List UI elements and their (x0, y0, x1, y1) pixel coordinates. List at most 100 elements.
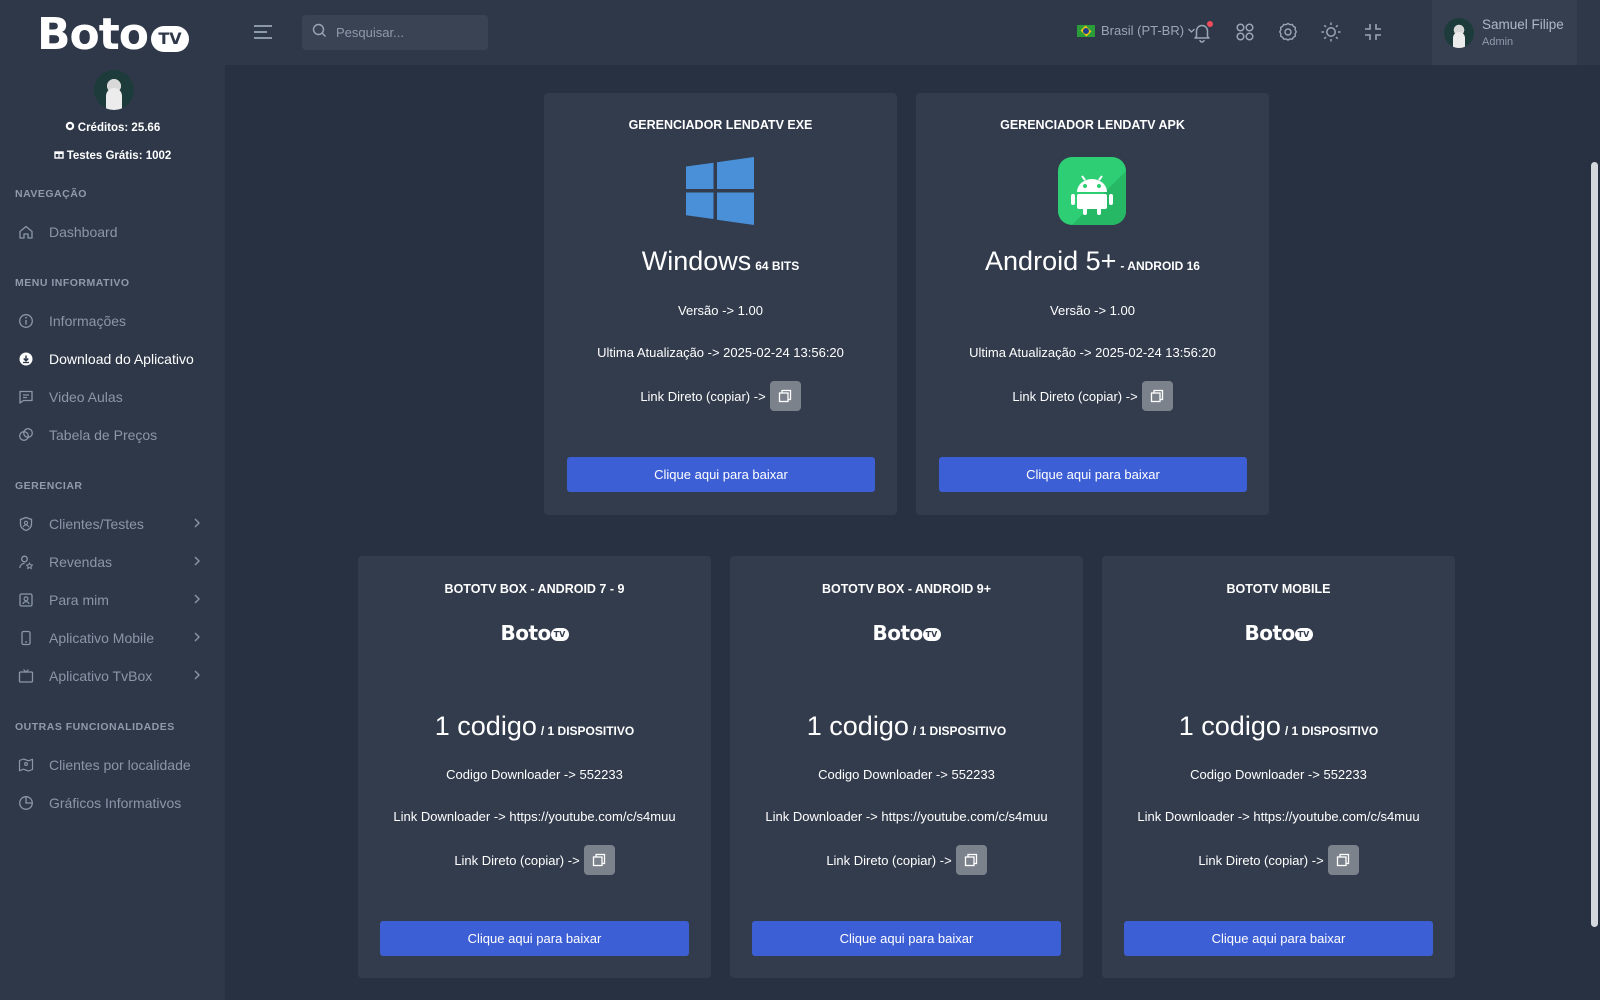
code-devices: / 1 DISPOSITIVO (912, 724, 1007, 738)
sidebar-item-revendas[interactable]: Revendas (0, 547, 225, 577)
sidebar-item-label: Gráficos Informativos (49, 795, 182, 811)
card-title: GERENCIADOR LENDATV APK (1000, 118, 1185, 132)
sidebar-item-graficos[interactable]: Gráficos Informativos (0, 788, 225, 818)
copy-icon (965, 853, 978, 867)
chevron-right-icon (194, 594, 200, 604)
sidebar-item-dashboard[interactable]: Dashboard (0, 217, 225, 247)
user-avatar (1444, 17, 1474, 48)
user-name: Samuel Filipe (1482, 17, 1564, 32)
download-card-windows: GERENCIADOR LENDATV EXE Windows 64 BITS V… (544, 93, 897, 515)
bototv-logo: Boto TV (873, 623, 941, 643)
notification-dot (1207, 21, 1213, 27)
user-star-icon (18, 554, 34, 570)
home-icon (18, 224, 34, 240)
sidebar-item-aplicativo-mobile[interactable]: Aplicativo Mobile (0, 623, 225, 653)
platform-name: Windows (641, 246, 752, 276)
direct-link-label: Link Direto (copiar) -> (640, 388, 766, 404)
bototv-logo: Boto TV (1245, 623, 1313, 643)
card-title: GERENCIADOR LENDATV EXE (628, 118, 813, 132)
card-title: BOTOTV MOBILE (1226, 582, 1331, 596)
download-button[interactable]: Clique aqui para baixar (752, 921, 1061, 956)
chevron-right-icon (194, 632, 200, 642)
code-heading: 1 codigo/ 1 DISPOSITIVO (730, 711, 1083, 742)
downloader-link-text[interactable]: Link Downloader -> https://youtube.com/c… (1102, 809, 1455, 824)
sidebar-item-tabela-precos[interactable]: Tabela de Preços (0, 420, 225, 450)
brand-logo[interactable]: Boto TV (37, 13, 189, 57)
info-icon (18, 313, 34, 329)
language-label: Brasil (PT-BR) (1101, 23, 1185, 38)
version-text: Versão -> 1.00 (1050, 303, 1135, 318)
logo-word: Boto (500, 621, 552, 645)
sidebar-item-clientes-testes[interactable]: Clientes/Testes (0, 509, 225, 539)
sidebar-item-para-mim[interactable]: Para mim (0, 585, 225, 615)
download-button[interactable]: Clique aqui para baixar (567, 457, 875, 492)
apps-grid-icon[interactable] (1234, 21, 1256, 43)
sidebar-item-clientes-localidade[interactable]: Clientes por localidade (0, 750, 225, 780)
trials-info: Testes Grátis: 1002 (0, 149, 225, 162)
message-icon (18, 389, 34, 405)
downloader-code-text: Codigo Downloader -> 552233 (1190, 767, 1367, 782)
bell-icon[interactable] (1191, 21, 1213, 43)
gift-icon (53, 149, 64, 162)
language-selector[interactable]: Brasil (PT-BR) (1077, 23, 1196, 38)
user-menu[interactable]: Samuel Filipe Admin (1432, 0, 1577, 65)
menu-toggle-icon[interactable] (252, 22, 274, 42)
sun-theme-icon[interactable] (1320, 21, 1342, 43)
settings-gear-icon[interactable] (1277, 21, 1299, 43)
direct-link-row: Link Direto (copiar) -> (544, 381, 897, 411)
trials-text: Testes Grátis: 1002 (66, 150, 172, 162)
downloader-link-text[interactable]: Link Downloader -> https://youtube.com/c… (730, 809, 1083, 824)
sidebar-item-aplicativo-tvbox[interactable]: Aplicativo TvBox (0, 661, 225, 691)
user-role: Admin (1482, 36, 1514, 48)
last-update-text: Ultima Atualização -> 2025-02-24 13:56:2… (969, 345, 1216, 360)
search-input[interactable] (336, 25, 476, 40)
exit-fullscreen-icon[interactable] (1362, 21, 1384, 43)
logo-word: Boto (872, 621, 924, 645)
pie-chart-icon (18, 795, 34, 811)
direct-link-label: Link Direto (copiar) -> (1198, 852, 1324, 868)
direct-link-label: Link Direto (copiar) -> (1012, 388, 1138, 404)
credits-text: Créditos: 25.66 (77, 122, 161, 134)
copy-link-button[interactable] (583, 845, 615, 875)
copy-link-button[interactable] (955, 845, 987, 875)
code-count: 1 codigo (1178, 711, 1281, 741)
sidebar-item-video-aulas[interactable]: Video Aulas (0, 382, 225, 412)
download-button[interactable]: Clique aqui para baixar (1124, 921, 1433, 956)
direct-link-row: Link Direto (copiar) -> (730, 845, 1083, 875)
download-button[interactable]: Clique aqui para baixar (380, 921, 689, 956)
logo-word: Boto (37, 9, 149, 60)
sidebar-item-informacoes[interactable]: Informações (0, 306, 225, 336)
chevron-right-icon (194, 518, 200, 528)
sidebar-item-label: Clientes/Testes (49, 516, 144, 532)
logo-badge: TV (922, 628, 941, 641)
search-icon (312, 23, 327, 43)
copy-link-button[interactable] (769, 381, 801, 411)
copy-link-button[interactable] (1141, 381, 1173, 411)
brazil-flag-icon (1077, 24, 1095, 37)
sidebar-avatar[interactable] (94, 70, 134, 110)
logo-badge: TV (550, 628, 569, 641)
chevron-right-icon (194, 670, 200, 680)
scrollbar-thumb[interactable] (1591, 162, 1598, 927)
code-count: 1 codigo (434, 711, 537, 741)
credits-info: Créditos: 25.66 (0, 121, 225, 134)
page-scrollbar[interactable] (1589, 65, 1600, 1000)
logo-badge: TV (151, 26, 189, 52)
downloader-code-text: Codigo Downloader -> 552233 (818, 767, 995, 782)
sidebar-item-label: Dashboard (49, 224, 118, 240)
chevron-right-icon (194, 556, 200, 566)
windows-icon (686, 157, 754, 225)
tv-icon (18, 668, 34, 684)
downloader-link-text[interactable]: Link Downloader -> https://youtube.com/c… (358, 809, 711, 824)
download-button[interactable]: Clique aqui para baixar (939, 457, 1247, 492)
logo-word: Boto (1244, 621, 1296, 645)
search-box[interactable] (302, 15, 488, 50)
code-devices: / 1 DISPOSITIVO (540, 724, 635, 738)
copy-link-button[interactable] (1327, 845, 1359, 875)
download-card-box-android-9-plus: BOTOTV BOX - ANDROID 9+ Boto TV 1 codigo /… (730, 556, 1083, 978)
code-heading: 1 codigo/ 1 DISPOSITIVO (358, 711, 711, 742)
sidebar-item-download[interactable]: Download do Aplicativo (0, 344, 225, 374)
android-icon (1058, 157, 1126, 225)
sidebar-item-label: Aplicativo TvBox (49, 668, 153, 684)
copy-icon (593, 853, 606, 867)
